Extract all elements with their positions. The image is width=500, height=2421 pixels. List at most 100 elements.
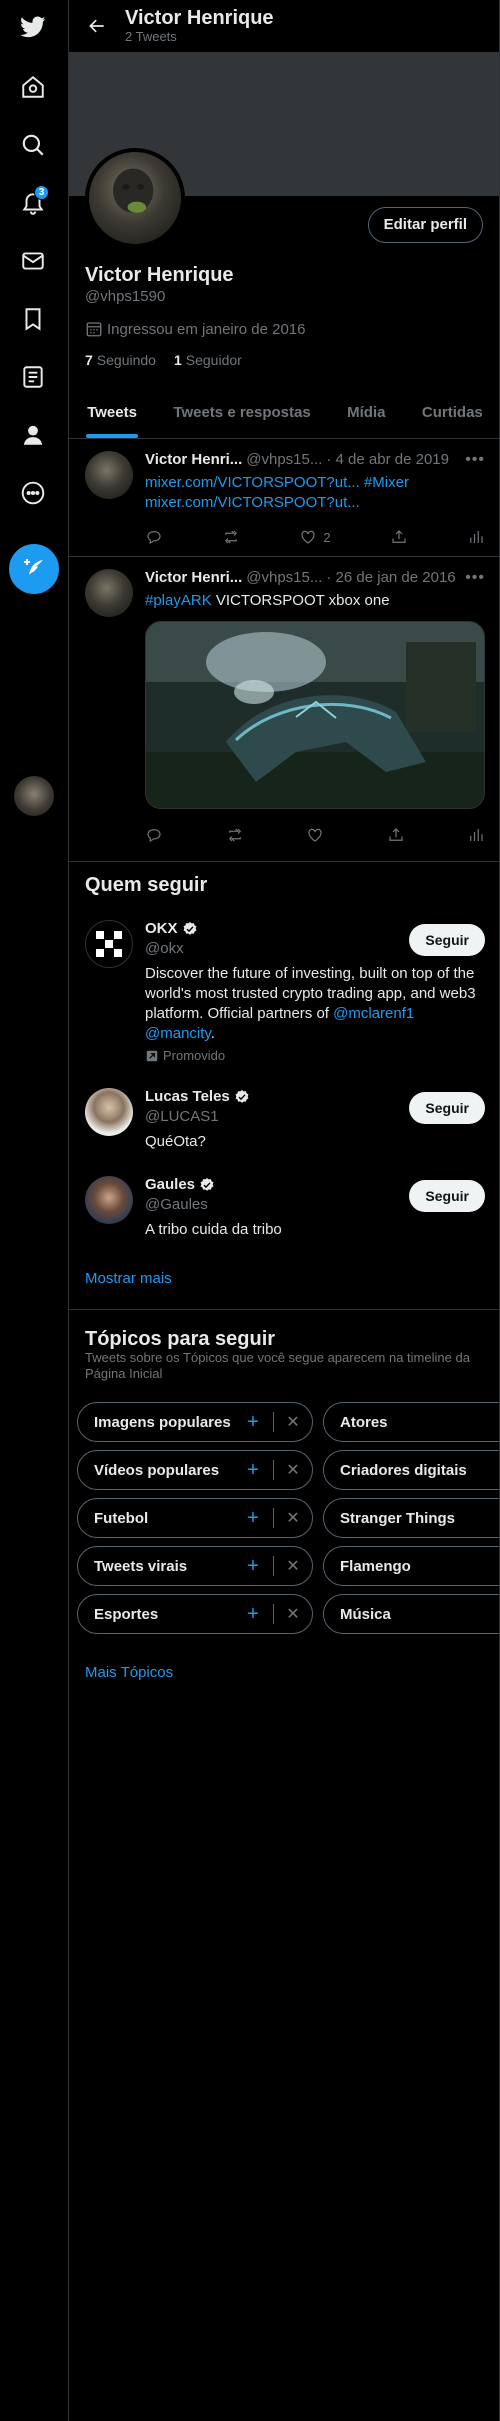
follow-topic-icon[interactable]: + — [241, 1555, 265, 1578]
suggestion-avatar[interactable] — [85, 1088, 133, 1136]
tweet-media-image[interactable] — [145, 621, 485, 809]
okx-logo-icon — [96, 931, 122, 957]
tab-media[interactable]: Mídia — [329, 386, 404, 438]
show-more-link[interactable]: Mostrar mais — [85, 1270, 172, 1287]
suggestion-name-text[interactable]: OKX — [145, 920, 178, 937]
bio-mention-link[interactable]: @mclarenf1 — [333, 1005, 414, 1022]
dismiss-topic-icon[interactable]: ✕ — [282, 1508, 304, 1528]
suggestion-bio: A tribo cuida da tribo — [145, 1221, 282, 1238]
tweet-avatar[interactable] — [85, 569, 133, 617]
tweet-date[interactable]: · 4 de abr de 2019 — [326, 451, 449, 468]
home-icon[interactable] — [12, 66, 54, 108]
follow-suggestion[interactable]: Gaules @Gaules A tribo cuida da tribo Se… — [69, 1176, 499, 1246]
dismiss-topic-icon[interactable]: ✕ — [282, 1604, 304, 1624]
dismiss-topic-icon[interactable]: ✕ — [282, 1556, 304, 1576]
edit-profile-button[interactable]: Editar perfil — [367, 207, 483, 243]
dismiss-topic-icon[interactable]: ✕ — [282, 1460, 304, 1480]
like-button[interactable] — [306, 825, 324, 845]
follow-topic-icon[interactable]: + — [241, 1459, 265, 1482]
promoted-text: Promovido — [163, 1048, 226, 1063]
share-button[interactable] — [387, 825, 405, 845]
topic-pill[interactable]: Imagens populares + ✕ — [77, 1402, 313, 1442]
profile-avatar[interactable] — [85, 148, 185, 248]
follow-topic-icon[interactable]: + — [241, 1603, 265, 1626]
suggestion-name-text[interactable]: Lucas Teles — [145, 1088, 230, 1105]
reply-button[interactable] — [145, 825, 163, 845]
follow-suggestion[interactable]: Lucas Teles @LUCAS1 QuéOta? Seguir — [69, 1088, 499, 1158]
share-button[interactable] — [390, 527, 408, 547]
topic-pill[interactable]: Stranger Things+ — [323, 1498, 499, 1538]
topic-pill[interactable]: Criadores digitais+ — [323, 1450, 499, 1490]
tweet-author-handle[interactable]: @vhps15... — [246, 569, 322, 586]
topics-section: Tópicos para seguir Tweets sobre os Tópi… — [69, 1310, 499, 1690]
header-tweet-count: 2 Tweets — [125, 29, 177, 44]
dismiss-topic-icon[interactable]: ✕ — [282, 1412, 304, 1432]
tweet-author-name[interactable]: Victor Henri... — [145, 451, 242, 468]
sidebar: 3 — [0, 0, 68, 2421]
suggestion-avatar[interactable] — [85, 1176, 133, 1224]
more-options-icon[interactable]: ••• — [465, 451, 485, 469]
tweet-header: Victor Henri... @vhps15... · 4 de abr de… — [145, 451, 449, 468]
retweet-icon — [228, 828, 241, 842]
tweet-avatar[interactable] — [85, 451, 133, 499]
follow-button[interactable]: Seguir — [409, 1180, 485, 1212]
bio-mention-link[interactable]: @mancity — [145, 1025, 211, 1042]
topic-pill[interactable]: Tweets virais + ✕ — [77, 1546, 313, 1586]
bookmark-icon[interactable] — [12, 298, 54, 340]
follow-topic-icon[interactable]: + — [241, 1507, 265, 1530]
suggestion-handle: @Gaules — [145, 1196, 208, 1213]
tweet-text: mixer.com/VICTORSPOOT?ut... #Mixer mixer… — [145, 473, 485, 513]
reply-button[interactable] — [145, 527, 163, 547]
profile-icon[interactable] — [12, 414, 54, 456]
like-button[interactable]: 2 — [299, 527, 331, 547]
topic-pill[interactable]: Futebol + ✕ — [77, 1498, 313, 1538]
okx-logo[interactable] — [85, 920, 133, 968]
tab-likes[interactable]: Curtidas — [404, 386, 499, 438]
list-icon[interactable] — [12, 356, 54, 398]
tweet[interactable]: Victor Henri... @vhps15... · 4 de abr de… — [69, 439, 499, 557]
mail-icon[interactable] — [12, 240, 54, 282]
topic-label: Imagens populares — [94, 1413, 231, 1431]
tweet-link[interactable]: mixer.com/VICTORSPOOT?ut... — [145, 474, 360, 491]
topic-pill[interactable]: Música+ — [323, 1594, 499, 1634]
analytics-button[interactable] — [467, 825, 485, 845]
back-button[interactable] — [69, 0, 125, 52]
topic-pill[interactable]: Flamengo+ — [323, 1546, 499, 1586]
follow-suggestion[interactable]: OKX @okx Discover the future of investin… — [69, 920, 499, 1070]
twitter-logo-icon[interactable] — [12, 6, 54, 48]
topic-pill[interactable]: Atores+ — [323, 1402, 499, 1442]
tab-tweets-and-replies[interactable]: Tweets e respostas — [155, 386, 329, 438]
retweet-icon — [225, 530, 238, 544]
search-icon[interactable] — [12, 124, 54, 166]
tweet-hashtag[interactable]: #Mixer — [364, 474, 409, 491]
tweet-hashtag[interactable]: #playARK — [145, 592, 212, 609]
tweet-date[interactable]: · 26 de jan de 2016 — [326, 569, 455, 586]
follow-button[interactable]: Seguir — [409, 1092, 485, 1124]
retweet-button[interactable] — [222, 527, 240, 547]
tweet-header: Victor Henri... @vhps15... · 26 de jan d… — [145, 569, 456, 586]
tweet[interactable]: Victor Henri... @vhps15... · 26 de jan d… — [69, 557, 499, 862]
following-link[interactable]: 7 Seguindo — [85, 352, 156, 368]
topic-pill[interactable]: Esportes + ✕ — [77, 1594, 313, 1634]
header-title: Victor Henrique — [125, 7, 274, 29]
compose-tweet-button[interactable] — [9, 544, 59, 594]
follow-button[interactable]: Seguir — [409, 924, 485, 956]
account-switcher-avatar[interactable] — [14, 776, 54, 816]
profile-joined: Ingressou em janeiro de 2016 — [85, 320, 305, 338]
analytics-button[interactable] — [467, 527, 485, 547]
more-icon[interactable] — [12, 472, 54, 514]
bell-icon[interactable]: 3 — [12, 182, 54, 224]
more-topics-link[interactable]: Mais Tópicos — [85, 1664, 173, 1681]
tab-tweets[interactable]: Tweets — [69, 386, 155, 438]
follow-topic-icon[interactable]: + — [241, 1411, 265, 1434]
tweet-author-name[interactable]: Victor Henri... — [145, 569, 242, 586]
followers-link[interactable]: 1 Seguidor — [174, 352, 242, 368]
tweet-author-handle[interactable]: @vhps15... — [246, 451, 322, 468]
topic-pill[interactable]: Vídeos populares + ✕ — [77, 1450, 313, 1490]
calendar-icon — [86, 322, 102, 337]
retweet-button[interactable] — [226, 825, 244, 845]
topic-label: Música — [340, 1605, 391, 1623]
tweet-link[interactable]: mixer.com/VICTORSPOOT?ut... — [145, 494, 360, 511]
suggestion-name-text[interactable]: Gaules — [145, 1176, 195, 1193]
more-options-icon[interactable]: ••• — [465, 569, 485, 587]
